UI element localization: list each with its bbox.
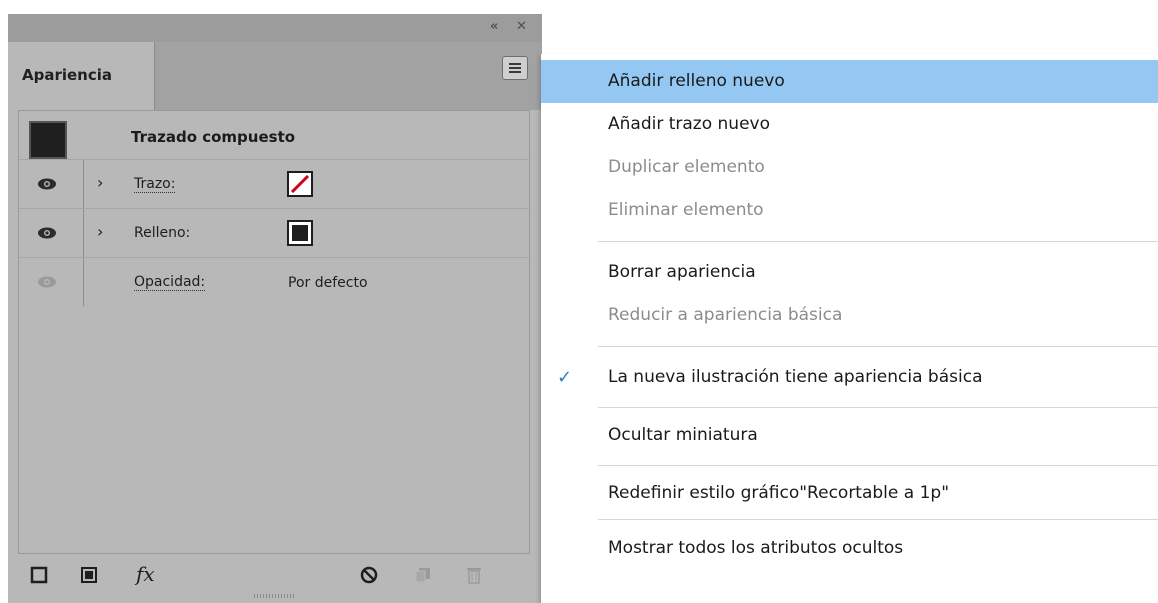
object-thumbnail (29, 121, 67, 159)
object-title: Trazado compuesto (131, 128, 296, 146)
chevron-right-icon[interactable]: › (97, 173, 103, 192)
trash-icon (467, 568, 481, 584)
menu-item-duplicate-item: Duplicar elemento (541, 146, 1158, 189)
panel-tabstrip: Apariencia (8, 42, 542, 110)
row-divider (83, 209, 84, 257)
row-divider (83, 160, 84, 208)
menu-item-label: Añadir trazo nuevo (608, 114, 770, 134)
object-row[interactable]: Trazado compuesto (19, 111, 529, 160)
hamburger-icon (509, 63, 521, 65)
chevron-right-icon[interactable]: › (97, 222, 103, 241)
attribute-label-relleno[interactable]: Relleno: (134, 226, 190, 241)
menu-item-remove-item: Eliminar elemento (541, 189, 1158, 232)
hamburger-icon-line (509, 71, 521, 73)
menu-item-label: Eliminar elemento (608, 200, 764, 220)
row-divider (83, 258, 84, 306)
menu-item-label: La nueva ilustración tiene apariencia bá… (608, 367, 983, 387)
menu-item-hide-thumbnail[interactable]: Ocultar miniatura (541, 414, 1158, 457)
menu-separator (598, 346, 1158, 347)
menu-item-label: Reducir a apariencia básica (608, 305, 843, 325)
menu-item-label: Añadir relleno nuevo (608, 71, 785, 91)
duplicate-item-icon (415, 568, 430, 583)
appearance-panel: « ✕ Apariencia Trazado compuesto › Trazo… (8, 14, 542, 603)
attribute-row-relleno[interactable]: › Relleno: (19, 209, 529, 258)
no-stroke-slash-icon (290, 174, 310, 194)
add-new-fill-icon[interactable] (80, 566, 98, 584)
attribute-row-opacidad[interactable]: Opacidad: Por defecto (19, 258, 529, 306)
collapse-panel-button[interactable]: « (490, 20, 498, 34)
menu-item-redefine-graphic-style[interactable]: Redefinir estilo gráfico"Recortable a 1p… (541, 472, 1158, 515)
menu-item-show-all-hidden-attributes[interactable]: Mostrar todos los atributos ocultos (541, 527, 1158, 570)
stroke-swatch[interactable] (287, 171, 313, 197)
menu-item-label: Ocultar miniatura (608, 425, 758, 445)
panel-titlebar: « ✕ (8, 14, 542, 42)
visibility-eye-icon[interactable] (37, 177, 57, 191)
appearance-panel-menu: Añadir relleno nuevo Añadir trazo nuevo … (541, 54, 1158, 603)
attribute-label-trazo[interactable]: Trazo: (134, 177, 176, 193)
attribute-row-trazo[interactable]: › Trazo: (19, 160, 529, 209)
clear-appearance-icon[interactable] (360, 566, 378, 584)
menu-item-label: Mostrar todos los atributos ocultos (608, 538, 904, 558)
menu-separator (598, 407, 1158, 408)
add-new-stroke-icon[interactable] (30, 566, 48, 584)
attribute-label-opacidad[interactable]: Opacidad: (134, 275, 206, 291)
menu-separator (598, 465, 1158, 466)
menu-item-label: Duplicar elemento (608, 157, 765, 177)
tab-apariencia[interactable]: Apariencia (8, 42, 155, 110)
menu-item-label: Borrar apariencia (608, 262, 756, 282)
fill-color-chip (292, 225, 308, 241)
opacity-value: Por defecto (288, 275, 368, 291)
visibility-eye-icon[interactable] (37, 226, 57, 240)
menu-separator (598, 241, 1158, 242)
fill-swatch[interactable] (287, 220, 313, 246)
tab-apariencia-label: Apariencia (22, 66, 113, 84)
close-panel-button[interactable]: ✕ (516, 20, 527, 34)
resize-grip[interactable] (254, 594, 294, 598)
menu-item-label: Redefinir estilo gráfico"Recortable a 1p… (608, 483, 950, 503)
appearance-list: Trazado compuesto › Trazo: › Relleno: Op… (18, 110, 530, 554)
panel-menu-button[interactable] (502, 56, 528, 80)
menu-item-add-new-fill[interactable]: Añadir relleno nuevo (541, 60, 1158, 103)
menu-separator (598, 519, 1158, 520)
menu-item-clear-appearance[interactable]: Borrar apariencia (541, 251, 1158, 294)
add-effect-fx-icon[interactable]: fx (136, 562, 155, 586)
panel-footer: fx (8, 554, 542, 598)
menu-item-reduce-to-basic-appearance: Reducir a apariencia básica (541, 294, 1158, 337)
hamburger-icon-line (509, 67, 521, 69)
menu-item-add-new-stroke[interactable]: Añadir trazo nuevo (541, 103, 1158, 146)
menu-item-new-art-has-basic-appearance[interactable]: ✓ La nueva ilustración tiene apariencia … (541, 356, 1158, 399)
visibility-eye-icon-dimmed[interactable] (37, 275, 57, 289)
checkmark-icon: ✓ (557, 367, 573, 388)
